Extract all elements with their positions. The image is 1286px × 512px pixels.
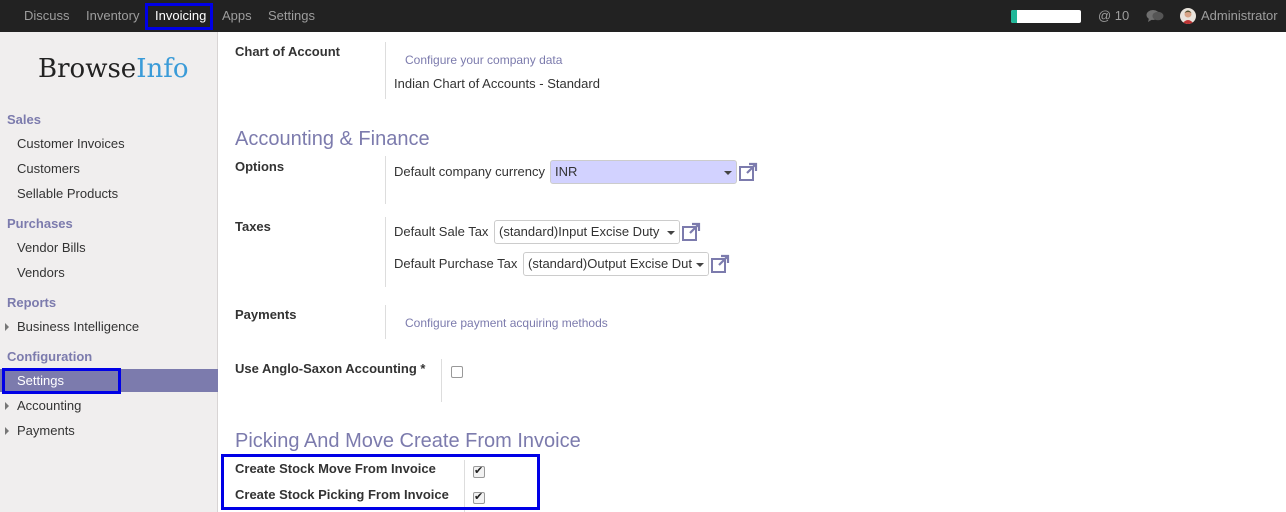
external-link-icon[interactable] xyxy=(738,162,758,182)
section-reports: Reports xyxy=(7,295,57,310)
caret-right-icon xyxy=(5,323,9,331)
sidebar-item-business-intelligence[interactable]: Business Intelligence xyxy=(17,319,139,334)
anglo-saxon-checkbox[interactable] xyxy=(451,366,463,378)
divider xyxy=(464,460,465,512)
stock-move-label: Create Stock Move From Invoice xyxy=(235,461,436,476)
payments-label: Payments xyxy=(235,307,297,322)
anglo-saxon-label: Use Anglo-Saxon Accounting * xyxy=(235,361,426,376)
menu-settings[interactable]: Settings xyxy=(268,0,315,32)
progress-fill xyxy=(1011,10,1017,23)
sidebar-item-vendor-bills[interactable]: Vendor Bills xyxy=(17,240,86,255)
section-purchases: Purchases xyxy=(7,216,73,231)
caret-right-icon xyxy=(5,402,9,410)
currency-select[interactable]: INR xyxy=(550,160,737,184)
taxes-label: Taxes xyxy=(235,219,271,234)
user-avatar[interactable] xyxy=(1180,8,1196,24)
settings-form: Chart of Account Configure your company … xyxy=(219,32,1286,512)
sale-tax-label: Default Sale Tax xyxy=(394,224,489,239)
options-label: Options xyxy=(235,159,285,174)
sidebar-item-payments[interactable]: Payments xyxy=(17,423,75,438)
section-configuration: Configuration xyxy=(7,349,93,364)
purchase-tax-value: (standard)Output Excise Duty xyxy=(528,256,699,271)
mentions-counter[interactable]: @ 10 xyxy=(1098,0,1129,32)
progress-bar[interactable] xyxy=(1011,10,1081,23)
checkmark-icon: ✔ xyxy=(474,491,484,503)
stock-picking-label: Create Stock Picking From Invoice xyxy=(235,487,449,502)
purchase-tax-label: Default Purchase Tax xyxy=(394,256,518,271)
currency-value: INR xyxy=(555,164,578,179)
chevron-down-icon xyxy=(724,171,732,175)
accounting-finance-heading: Accounting & Finance xyxy=(235,128,430,150)
menu-invoicing[interactable]: Invoicing xyxy=(155,0,206,32)
configure-payment-link[interactable]: Configure payment acquiring methods xyxy=(405,316,608,330)
sidebar-item-customer-invoices[interactable]: Customer Invoices xyxy=(17,136,125,151)
stock-picking-checkbox[interactable]: ✔ xyxy=(473,491,485,504)
sale-tax-select[interactable]: (standard)Input Excise Duty xyxy=(494,220,680,244)
checkmark-icon: ✔ xyxy=(474,465,484,477)
sidebar-item-vendors[interactable]: Vendors xyxy=(17,265,65,280)
divider xyxy=(385,156,386,204)
sale-tax-value: (standard)Input Excise Duty xyxy=(499,224,660,239)
divider xyxy=(441,359,442,402)
configure-company-link[interactable]: Configure your company data xyxy=(405,53,562,67)
menu-apps[interactable]: Apps xyxy=(222,0,252,32)
caret-right-icon xyxy=(5,427,9,435)
menu-inventory[interactable]: Inventory xyxy=(86,0,139,32)
chart-of-account-label: Chart of Account xyxy=(235,44,340,59)
chevron-down-icon xyxy=(696,263,704,267)
sidebar: BrowseInfo Sales Customer Invoices Custo… xyxy=(0,32,218,512)
sidebar-item-customers[interactable]: Customers xyxy=(17,161,80,176)
divider xyxy=(385,305,386,339)
section-sales: Sales xyxy=(7,112,41,127)
top-navbar: Discuss Inventory Invoicing Apps Setting… xyxy=(0,0,1286,32)
chart-of-account-value: Indian Chart of Accounts - Standard xyxy=(394,76,600,91)
external-link-icon[interactable] xyxy=(710,254,730,274)
user-menu[interactable]: Administrator xyxy=(1201,0,1278,32)
sidebar-item-accounting[interactable]: Accounting xyxy=(17,398,81,413)
external-link-icon[interactable] xyxy=(681,222,701,242)
currency-label: Default company currency xyxy=(394,164,546,179)
chevron-down-icon xyxy=(667,231,675,235)
purchase-tax-select[interactable]: (standard)Output Excise Duty xyxy=(523,252,709,276)
sidebar-item-sellable-products[interactable]: Sellable Products xyxy=(17,186,118,201)
stock-move-checkbox[interactable]: ✔ xyxy=(473,465,485,478)
picking-heading: Picking And Move Create From Invoice xyxy=(235,430,581,452)
company-logo: BrowseInfo xyxy=(38,54,189,84)
sidebar-item-settings[interactable]: Settings xyxy=(17,373,64,388)
menu-discuss[interactable]: Discuss xyxy=(24,0,70,32)
chat-bubbles-icon[interactable] xyxy=(1146,9,1164,23)
divider xyxy=(385,42,386,99)
divider xyxy=(385,217,386,287)
